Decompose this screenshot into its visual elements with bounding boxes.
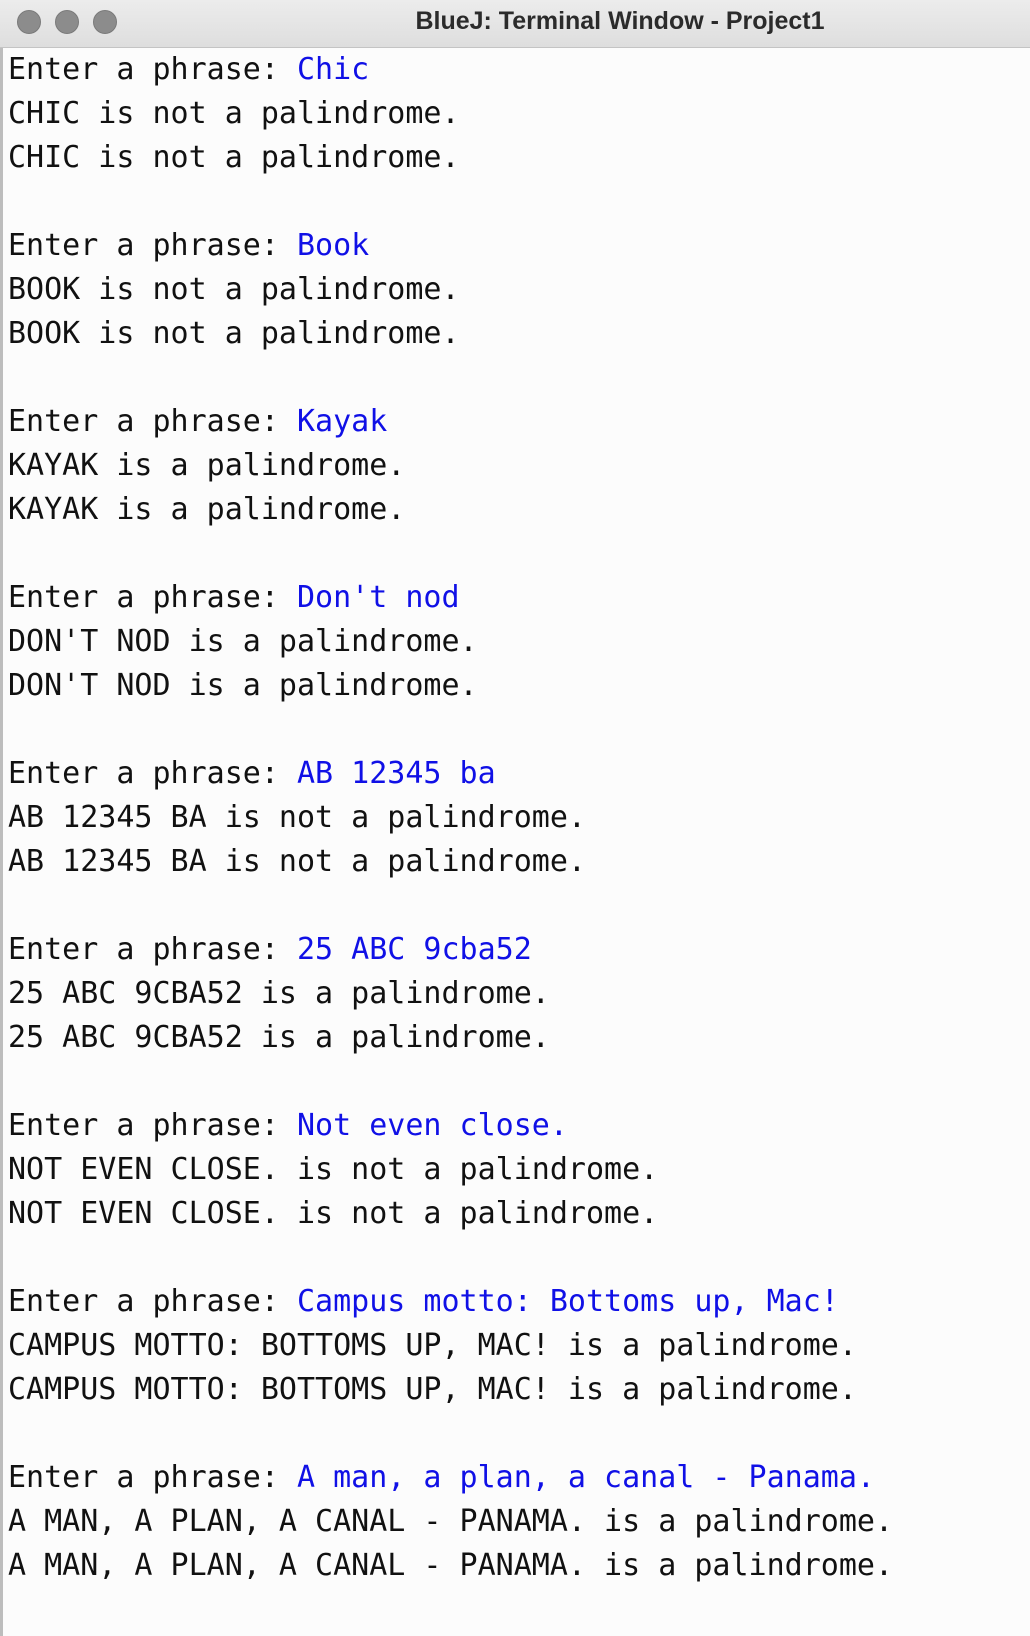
window-title: BlueJ: Terminal Window - Project1 [415, 7, 825, 35]
prompt-line: Enter a phrase: Not even close. [8, 1104, 1018, 1148]
prompt-line: Enter a phrase: Campus motto: Bottoms up… [8, 1280, 1018, 1324]
output-line: AB 12345 BA is not a palindrome. [8, 800, 586, 835]
terminal-output[interactable]: Enter a phrase: Chic CHIC is not a palind… [8, 48, 1018, 1588]
prompt-line: Enter a phrase: AB 12345 ba [8, 752, 1018, 796]
output-line: DON'T NOD is a palindrome. [8, 668, 478, 703]
output-line: 25 ABC 9CBA52 is a palindrome. [8, 976, 550, 1011]
output-line: KAYAK is a palindrome. [8, 492, 406, 527]
session-block: Enter a phrase: AB 12345 ba AB 12345 BA i… [8, 752, 1018, 884]
output-line: A MAN, A PLAN, A CANAL - PANAMA. is a pa… [8, 1548, 894, 1583]
prompt-text: Enter a phrase: [8, 404, 297, 439]
prompt-line: Enter a phrase: A man, a plan, a canal -… [8, 1456, 1018, 1500]
user-input: Kayak [296, 404, 388, 439]
prompt-text: Enter a phrase: [8, 228, 297, 263]
output-line: CHIC is not a palindrome. [8, 140, 460, 175]
prompt-text: Enter a phrase: [8, 932, 297, 967]
output-line: A MAN, A PLAN, A CANAL - PANAMA. is a pa… [8, 1504, 894, 1539]
output-line: BOOK is not a palindrome. [8, 272, 460, 307]
output-line: CHIC is not a palindrome. [8, 96, 460, 131]
prompt-text: Enter a phrase: [8, 756, 297, 791]
user-input: Chic [296, 52, 370, 87]
prompt-text: Enter a phrase: [8, 1108, 297, 1143]
output-line: CAMPUS MOTTO: BOTTOMS UP, MAC! is a pali… [8, 1328, 857, 1363]
session-block: Enter a phrase: Chic CHIC is not a palind… [8, 48, 1018, 180]
output-line: 25 ABC 9CBA52 is a palindrome. [8, 1020, 550, 1055]
session-block: Enter a phrase: Campus motto: Bottoms up… [8, 1280, 1018, 1412]
prompt-line: Enter a phrase: Chic [8, 48, 1018, 92]
prompt-line: Enter a phrase: Don't nod [8, 576, 1018, 620]
output-line: NOT EVEN CLOSE. is not a palindrome. [8, 1196, 659, 1231]
prompt-text: Enter a phrase: [8, 1460, 297, 1495]
user-input: Not even close. [296, 1108, 568, 1143]
prompt-text: Enter a phrase: [8, 52, 297, 87]
user-input: A man, a plan, a canal - Panama. [296, 1460, 875, 1495]
session-block: Enter a phrase: A man, a plan, a canal -… [8, 1456, 1018, 1588]
output-line: BOOK is not a palindrome. [8, 316, 460, 351]
prompt-text: Enter a phrase: [8, 1284, 297, 1319]
session-block: Enter a phrase: Don't nod DON'T NOD is a … [8, 576, 1018, 708]
title-bar[interactable]: BlueJ: Terminal Window - Project1 [0, 0, 1030, 48]
prompt-line: Enter a phrase: 25 ABC 9cba52 [8, 928, 1018, 972]
output-line: NOT EVEN CLOSE. is not a palindrome. [8, 1152, 659, 1187]
session-block: Enter a phrase: Book BOOK is not a palind… [8, 224, 1018, 356]
session-block: Enter a phrase: Not even close. NOT EVEN … [8, 1104, 1018, 1236]
output-line: DON'T NOD is a palindrome. [8, 624, 478, 659]
session-block: Enter a phrase: Kayak KAYAK is a palindro… [8, 400, 1018, 532]
output-line: KAYAK is a palindrome. [8, 448, 406, 483]
user-input: 25 ABC 9cba52 [296, 932, 532, 967]
user-input: Don't nod [296, 580, 460, 615]
user-input: AB 12345 ba [296, 756, 496, 791]
prompt-text: Enter a phrase: [8, 580, 297, 615]
window-left-edge [0, 48, 3, 1636]
prompt-line: Enter a phrase: Kayak [8, 400, 1018, 444]
output-line: AB 12345 BA is not a palindrome. [8, 844, 586, 879]
terminal-window: BlueJ: Terminal Window - Project1 Enter … [0, 0, 1030, 1636]
session-block: Enter a phrase: 25 ABC 9cba52 25 ABC 9CBA… [8, 928, 1018, 1060]
prompt-line: Enter a phrase: Book [8, 224, 1018, 268]
user-input: Book [296, 228, 370, 263]
user-input: Campus motto: Bottoms up, Mac! [296, 1284, 839, 1319]
output-line: CAMPUS MOTTO: BOTTOMS UP, MAC! is a pali… [8, 1372, 857, 1407]
